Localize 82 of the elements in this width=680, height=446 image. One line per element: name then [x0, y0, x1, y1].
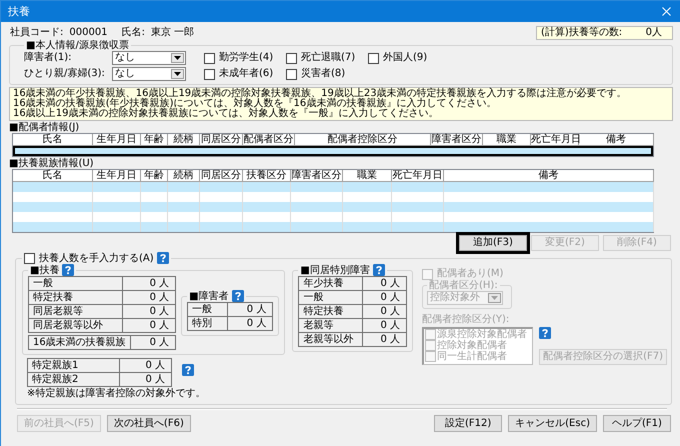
count-label: 特定扶養	[28, 290, 122, 304]
navigation-button[interactable]: 次の社員へ(F6)	[106, 415, 191, 432]
checkbox[interactable]	[204, 68, 215, 80]
count-value: 0 人	[120, 372, 172, 386]
checkbox-label: 配偶者あり(M)	[437, 268, 504, 280]
count-label: 一般	[188, 302, 228, 316]
field-label: 障害者(1):	[24, 52, 73, 64]
count-label: 老親等	[298, 318, 363, 332]
help-icon[interactable]	[372, 264, 385, 276]
close-icon	[662, 7, 670, 16]
group-title: ■障害者	[189, 290, 229, 302]
window-title: 扶養	[8, 6, 30, 18]
field-label: 社員コード:	[10, 27, 64, 39]
section-title: ■扶養親族情報(U)	[9, 158, 95, 169]
count-label: 特定扶養	[298, 304, 363, 318]
checkbox-label: 災害者(8)	[301, 68, 346, 80]
note-text: ※特定親族は障害者控除の対象外です。	[27, 388, 206, 400]
help-icon[interactable]	[182, 364, 194, 376]
checkbox[interactable]	[24, 252, 35, 264]
dialog-button[interactable]: ヘルプ(F1)	[603, 415, 671, 432]
count-value: 0 人	[362, 290, 406, 304]
field-label: (計算)扶養等の数:	[541, 27, 622, 39]
group-title: ■扶養	[30, 264, 60, 276]
count-value: 0人	[646, 27, 662, 39]
dropdown[interactable]: なし	[112, 67, 186, 81]
checkbox-label: 源泉控除対象配偶者	[437, 328, 527, 340]
employee-name: 東京 一郎	[150, 27, 194, 39]
checkbox-label: 控除対象配偶者	[437, 340, 507, 350]
count-value: 0 人	[122, 318, 176, 332]
count-label: 16歳未満の扶養親族	[28, 336, 130, 350]
count-label: 年少扶養	[298, 276, 363, 290]
count-label: 特定親族2	[28, 372, 120, 386]
field-label: ひとり親/寡婦(3):	[24, 68, 106, 80]
dropdown[interactable]: なし	[112, 51, 186, 65]
field-label: 氏名:	[122, 27, 145, 39]
count-label: 特定親族1	[28, 358, 120, 372]
group-title: ■同居特別障害	[300, 264, 370, 276]
count-value: 0 人	[362, 318, 406, 332]
dialog-button[interactable]: 設定(F12)	[434, 415, 502, 432]
checkbox-label: 勤労学生(4)	[219, 52, 274, 64]
checkbox-label: 死亡退職(7)	[301, 52, 356, 64]
checkbox-label: 外国人(9)	[383, 52, 428, 64]
count-label: 一般	[28, 276, 122, 290]
count-value: 0 人	[130, 336, 176, 350]
checkbox[interactable]	[286, 68, 297, 80]
caret-icon	[174, 56, 181, 60]
caret-icon	[491, 296, 498, 300]
help-icon[interactable]	[62, 264, 74, 276]
count-label: 同居老親等	[28, 304, 122, 318]
help-icon[interactable]	[232, 290, 244, 302]
notice-text: 16歳以上19歳未満の控除対象扶養親族については、対象人数を『一般』に入力してください。	[13, 109, 440, 119]
help-icon[interactable]	[156, 252, 169, 264]
checkbox-label: 扶養人数を手入力する(A)	[39, 252, 154, 264]
checkbox-label: 同一生計配偶者	[437, 350, 507, 362]
field-label: 配偶者控除区分(Y):	[422, 314, 510, 326]
count-label: 特別	[188, 316, 228, 330]
count-value: 0 人	[120, 358, 172, 372]
count-value: 0 人	[228, 316, 273, 330]
employee-code: 000001	[69, 27, 108, 39]
group-title: 配偶者区分(H):	[428, 280, 499, 291]
group-title: ■本人情報/源泉徴収票	[25, 40, 130, 51]
table-row[interactable]	[13, 146, 653, 156]
count-value: 0 人	[228, 302, 273, 316]
table-action-button[interactable]: 追加(F3)	[459, 235, 527, 251]
checkbox[interactable]	[286, 52, 297, 64]
count-value: 0 人	[362, 304, 406, 318]
caret-icon	[174, 72, 181, 76]
count-label: 同居老親等以外	[28, 318, 122, 332]
count-value: 0 人	[362, 332, 406, 346]
count-value: 0 人	[122, 304, 176, 318]
count-label: 一般	[298, 290, 363, 304]
notice-text: 16歳未満の扶養親族(年少扶養親族)については、対象人数を『16歳未満の扶養親族』に入力してください。	[13, 99, 498, 109]
section-title: ■配偶者情報(J)	[9, 122, 80, 133]
checkbox[interactable]	[204, 52, 215, 64]
dialog-button[interactable]: キャンセル(Esc)	[508, 415, 597, 432]
count-value: 0 人	[122, 290, 176, 304]
count-value: 0 人	[122, 276, 176, 290]
count-value: 0 人	[362, 276, 406, 290]
checkbox-label: 未成年者(6)	[219, 68, 274, 80]
notice-text: 16歳未満の年少扶養親族、16歳以上19歳未満の控除対象扶養親族、19歳以上23歳未満の特定扶養親族を入力する際は注意が必要です。	[13, 89, 628, 99]
checkbox[interactable]	[368, 52, 379, 64]
count-label: 老親等以外	[298, 332, 363, 346]
